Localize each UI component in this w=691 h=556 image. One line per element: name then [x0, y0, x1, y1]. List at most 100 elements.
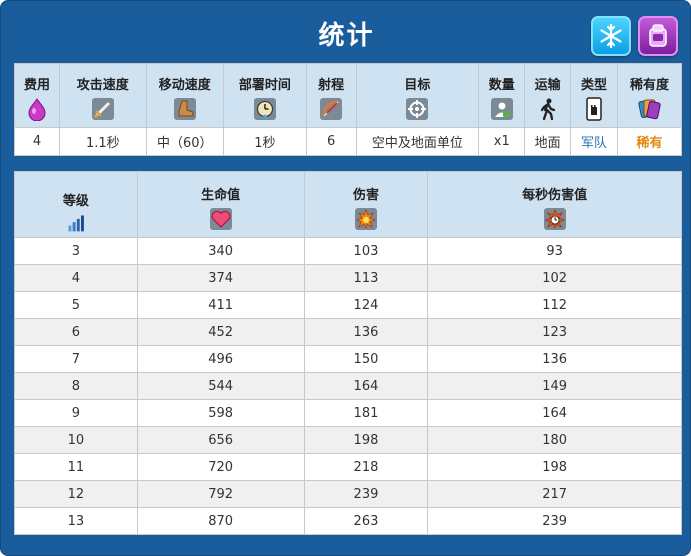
table-row: 13 870 263 239 [14, 507, 682, 535]
cell-level: 11 [14, 453, 138, 481]
header-range: 射程 [305, 63, 357, 128]
value-target: 空中及地面单位 [355, 127, 480, 156]
bow-icon [320, 98, 343, 120]
elixir-icon [28, 98, 46, 121]
header-attack-speed: 攻击速度 [58, 63, 147, 128]
bars-icon [68, 215, 84, 232]
cell-level: 5 [14, 291, 138, 319]
value-transport: 地面 [524, 127, 572, 156]
cell-level: 8 [14, 372, 138, 400]
table-row: 3 340 103 93 [14, 237, 682, 265]
cell-level: 4 [14, 264, 138, 292]
cell-hitpoints: 496 [136, 345, 305, 373]
cell-level: 9 [14, 399, 138, 427]
header-target: 目标 [355, 63, 480, 128]
header-transport: 运输 [524, 63, 572, 128]
target-icon [406, 98, 429, 120]
cell-hitpoints: 452 [136, 318, 305, 346]
cell-dps: 149 [427, 372, 682, 400]
table-row: 6 452 136 123 [14, 318, 682, 346]
boot-icon [173, 98, 196, 120]
heart-icon [209, 208, 232, 230]
walk-icon [540, 98, 555, 121]
header-dps: 每秒伤害值 [427, 171, 682, 238]
cell-dps: 239 [427, 507, 682, 535]
cell-hitpoints: 374 [136, 264, 305, 292]
cell-hitpoints: 656 [136, 426, 305, 454]
header-deploy-time: 部署时间 [222, 63, 307, 128]
level-header-row: 等级 生命值 伤害 每秒伤害值 [14, 171, 682, 238]
cell-damage: 218 [303, 453, 429, 481]
cell-dps: 123 [427, 318, 682, 346]
cell-dps: 136 [427, 345, 682, 373]
stats-panel: 统计 费用 攻击速度 移动速度 部署时间 射程 目标 数量 运输 类型 稀有度 … [0, 0, 691, 556]
cell-damage: 164 [303, 372, 429, 400]
cell-damage: 136 [303, 318, 429, 346]
header-cost: 费用 [14, 63, 60, 128]
cell-level: 13 [14, 507, 138, 535]
cards-icon [638, 99, 662, 120]
cell-damage: 150 [303, 345, 429, 373]
cell-damage: 103 [303, 237, 429, 265]
value-range: 6 [305, 127, 357, 156]
cell-dps: 102 [427, 264, 682, 292]
cell-hitpoints: 870 [136, 507, 305, 535]
cell-damage: 198 [303, 426, 429, 454]
table-row: 12 792 239 217 [14, 480, 682, 508]
stats-table: 费用 攻击速度 移动速度 部署时间 射程 目标 数量 运输 类型 稀有度 4 1… [14, 63, 683, 156]
cell-dps: 198 [427, 453, 682, 481]
cell-dps: 217 [427, 480, 682, 508]
header-damage: 伤害 [303, 171, 429, 238]
cell-dps: 93 [427, 237, 682, 265]
cell-hitpoints: 411 [136, 291, 305, 319]
table-row: 8 544 164 149 [14, 372, 682, 400]
freeze-icon[interactable] [591, 16, 631, 56]
clock-icon [253, 98, 276, 120]
value-attack-speed: 1.1秒 [58, 127, 147, 156]
value-deploy-time: 1秒 [222, 127, 307, 156]
table-row: 4 374 113 102 [14, 264, 682, 292]
value-move-speed: 中（60） [145, 127, 224, 156]
header-level: 等级 [14, 171, 138, 238]
sword-icon [91, 98, 114, 120]
cell-level: 10 [14, 426, 138, 454]
cell-level: 6 [14, 318, 138, 346]
cell-hitpoints: 340 [136, 237, 305, 265]
cell-hitpoints: 598 [136, 399, 305, 427]
cell-hitpoints: 544 [136, 372, 305, 400]
table-row: 10 656 198 180 [14, 426, 682, 454]
cell-level: 7 [14, 345, 138, 373]
cell-damage: 113 [303, 264, 429, 292]
value-count: x1 [478, 127, 526, 156]
cell-level: 3 [14, 237, 138, 265]
header-count: 数量 [478, 63, 526, 128]
cell-dps: 112 [427, 291, 682, 319]
panel-title: 统计 [318, 21, 375, 51]
table-row: 11 720 218 198 [14, 453, 682, 481]
value-type[interactable]: 军队 [570, 127, 618, 156]
cell-damage: 263 [303, 507, 429, 535]
table-row: 7 496 150 136 [14, 345, 682, 373]
explosion-icon [354, 208, 377, 230]
cell-damage: 181 [303, 399, 429, 427]
header-type: 类型 [570, 63, 618, 128]
table-row: 5 411 124 112 [14, 291, 682, 319]
stats-header-row: 费用 攻击速度 移动速度 部署时间 射程 目标 数量 运输 类型 稀有度 [14, 63, 683, 128]
header-hitpoints: 生命值 [136, 171, 305, 238]
table-row: 9 598 181 164 [14, 399, 682, 427]
clone-icon[interactable] [638, 16, 678, 56]
count-icon [490, 98, 513, 120]
level-table: 等级 生命值 伤害 每秒伤害值 3 340 103 93 4 374 113 1… [14, 171, 682, 535]
value-rarity: 稀有 [616, 127, 683, 156]
header-rarity: 稀有度 [616, 63, 683, 128]
dps-icon [543, 208, 566, 230]
stats-value-row: 4 1.1秒 中（60） 1秒 6 空中及地面单位 x1 地面 军队 稀有 [14, 127, 683, 156]
type-link[interactable]: 军队 [581, 136, 607, 151]
cell-level: 12 [14, 480, 138, 508]
cell-hitpoints: 720 [136, 453, 305, 481]
value-cost: 4 [14, 127, 60, 156]
card-icon [586, 97, 602, 121]
header-move-speed: 移动速度 [145, 63, 224, 128]
cell-damage: 239 [303, 480, 429, 508]
rarity-label: 稀有 [636, 136, 663, 151]
